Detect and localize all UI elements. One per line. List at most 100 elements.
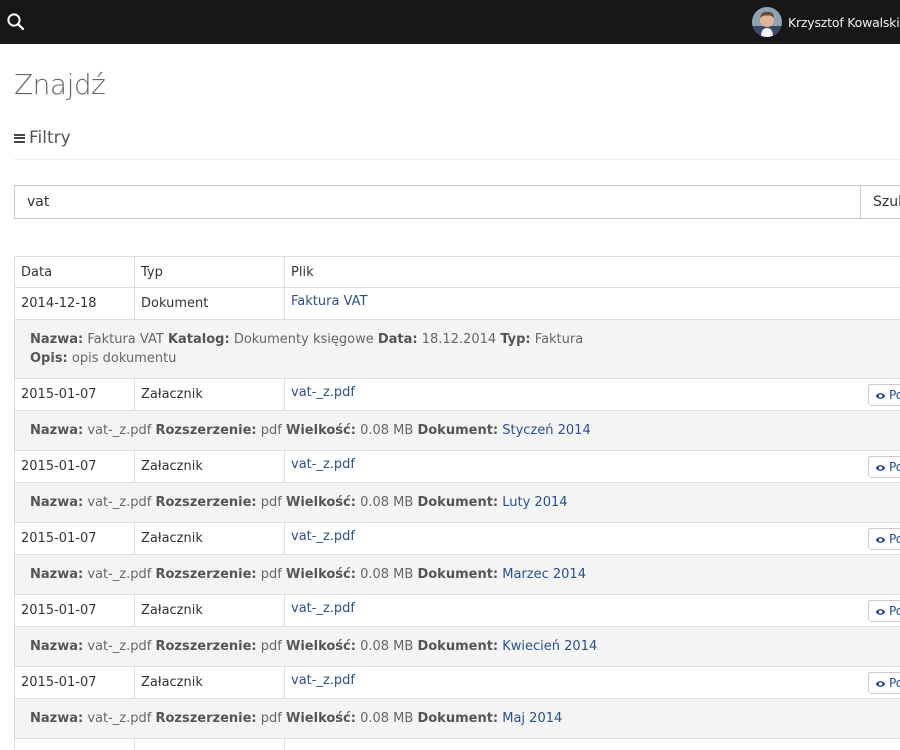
detail-label: Dokument: <box>417 567 499 582</box>
cell-type: Załacznik <box>134 594 285 627</box>
column-header-type: Typ <box>134 256 285 288</box>
table-row: 2015-01-07Załacznik vat-_z.pdf Podgląd <box>14 450 900 483</box>
detail-size: 0.08 MB <box>360 639 414 654</box>
file-link[interactable]: Faktura VAT <box>291 294 367 309</box>
detail-date: 18.12.2014 <box>421 332 497 347</box>
preview-button[interactable]: Podgląd <box>868 600 900 622</box>
cell-type: Załacznik <box>134 666 285 699</box>
file-link[interactable]: vat-_z.pdf <box>291 601 355 616</box>
detail-label: Rozszerzenie: <box>155 423 257 438</box>
eye-icon <box>875 393 886 399</box>
file-link[interactable]: vat-_z.pdf <box>291 457 355 472</box>
cell-file: vat-_z.pdf Podgląd <box>284 378 900 411</box>
details-cell: Nazwa: vat-_z.pdf Rozszerzenie: pdf Wiel… <box>14 554 900 595</box>
detail-label: Opis: <box>30 351 68 366</box>
details-cell: Nazwa: vat-_z.pdf Rozszerzenie: pdf Wiel… <box>14 626 900 667</box>
detail-label: Rozszerzenie: <box>155 495 257 510</box>
filters-toggle[interactable]: Filtry <box>14 128 71 148</box>
cell-date: 2015-01-07 <box>14 450 135 483</box>
table-row: 2015-01-07Załacznik vat-_z.pdf Podgląd <box>14 522 900 555</box>
preview-button[interactable]: Podgląd <box>868 528 900 550</box>
document-link[interactable]: Kwiecień 2014 <box>502 639 597 654</box>
cell-file: vat-_z.pdf Podgląd <box>284 594 900 627</box>
preview-button[interactable]: Podgląd <box>868 456 900 478</box>
document-link[interactable]: Maj 2014 <box>502 711 562 726</box>
file-link[interactable]: vat-_z.pdf <box>291 673 355 688</box>
details-cell: Nazwa: vat-_z.pdf Rozszerzenie: pdf Wiel… <box>14 482 900 523</box>
document-link[interactable]: Luty 2014 <box>502 495 567 510</box>
detail-label: Wielkość: <box>286 639 356 654</box>
cell-file: vat-_z.pdf Podgląd <box>284 666 900 699</box>
detail-size: 0.08 MB <box>360 567 414 582</box>
preview-label: Podgląd <box>889 532 900 546</box>
detail-name: vat-_z.pdf <box>87 711 152 726</box>
detail-extension: pdf <box>260 567 282 582</box>
row-details: Nazwa: vat-_z.pdf Rozszerzenie: pdf Wiel… <box>14 482 900 523</box>
preview-button[interactable]: Podgląd <box>868 384 900 406</box>
avatar <box>752 7 782 37</box>
detail-name: vat-_z.pdf <box>87 567 152 582</box>
detail-label: Dokument: <box>417 639 499 654</box>
table-row: 2015-01-07Załacznik vat-_z.pdf Podgląd <box>14 594 900 627</box>
details-cell: Nazwa: vat-_z.pdf Rozszerzenie: pdf Wiel… <box>14 410 900 451</box>
search-button[interactable] <box>6 12 26 32</box>
eye-icon <box>875 609 886 615</box>
eye-icon <box>875 465 886 471</box>
detail-label: Data: <box>377 332 418 347</box>
menu-bars-icon <box>14 133 25 143</box>
detail-label: Wielkość: <box>286 711 356 726</box>
detail-label: Dokument: <box>417 423 499 438</box>
cell-file: vat-_z.pdf Podgląd <box>284 522 900 555</box>
details-cell: Nazwa: Faktura VAT Katalog: Dokumenty ks… <box>14 319 900 379</box>
filters-label: Filtry <box>29 128 71 148</box>
cell-date: 2014-12-18 <box>14 287 135 320</box>
cell-file: vat-_z.pdf Podgląd <box>284 450 900 483</box>
table-row: 2015-01-07Załacznik vat-_z.pdf Podgląd <box>14 378 900 411</box>
detail-label: Typ: <box>500 332 531 347</box>
detail-label: Katalog: <box>167 332 230 347</box>
cell-type: Załacznik <box>134 378 285 411</box>
top-navbar: Krzysztof Kowalski <box>0 0 900 44</box>
column-header-date: Data <box>14 256 135 288</box>
row-details: Nazwa: vat-_z.pdf Rozszerzenie: pdf Wiel… <box>14 626 900 667</box>
detail-type: Faktura <box>534 332 584 347</box>
row-details: Nazwa: vat-_z.pdf Rozszerzenie: pdf Wiel… <box>14 554 900 595</box>
file-link[interactable]: vat-_z.pdf <box>291 529 355 544</box>
user-menu[interactable]: Krzysztof Kowalski <box>752 7 900 37</box>
results-table: Data Typ Plik 2014-12-18 Dokument Faktur… <box>14 256 900 750</box>
detail-size: 0.08 MB <box>360 423 414 438</box>
detail-name: vat-_z.pdf <box>87 495 152 510</box>
detail-label: Wielkość: <box>286 423 356 438</box>
preview-label: Podgląd <box>889 388 900 402</box>
cell-date: 2015-01-07 <box>14 666 135 699</box>
cell-date <box>14 738 135 750</box>
preview-label: Podgląd <box>889 460 900 474</box>
file-link[interactable]: vat-_z.pdf <box>291 385 355 400</box>
page-title: Znajdź <box>14 68 106 101</box>
detail-name: vat-_z.pdf <box>87 423 152 438</box>
cell-type <box>134 738 285 750</box>
table-header-row: Data Typ Plik <box>14 256 900 288</box>
cell-date: 2015-01-07 <box>14 378 135 411</box>
detail-extension: pdf <box>260 495 282 510</box>
preview-button[interactable]: Podgląd <box>868 672 900 694</box>
preview-label: Podgląd <box>889 604 900 618</box>
detail-label: Wielkość: <box>286 495 356 510</box>
detail-description: opis dokumentu <box>71 351 177 366</box>
search-submit-button[interactable]: Szukaj <box>860 185 900 219</box>
divider <box>14 159 900 160</box>
detail-extension: pdf <box>260 711 282 726</box>
details-cell: Nazwa: vat-_z.pdf Rozszerzenie: pdf Wiel… <box>14 698 900 739</box>
detail-size: 0.08 MB <box>360 495 414 510</box>
search-input[interactable] <box>14 185 861 219</box>
document-link[interactable]: Marzec 2014 <box>502 567 586 582</box>
eye-icon <box>875 537 886 543</box>
cell-file <box>284 738 900 750</box>
cell-type: Dokument <box>134 287 285 320</box>
detail-label: Nazwa: <box>30 332 84 347</box>
search-icon <box>7 13 25 31</box>
detail-catalog: Dokumenty księgowe <box>233 332 374 347</box>
document-link[interactable]: Styczeń 2014 <box>502 423 590 438</box>
cell-type: Załacznik <box>134 522 285 555</box>
table-row: 2014-12-18 Dokument Faktura VAT <box>14 287 900 320</box>
